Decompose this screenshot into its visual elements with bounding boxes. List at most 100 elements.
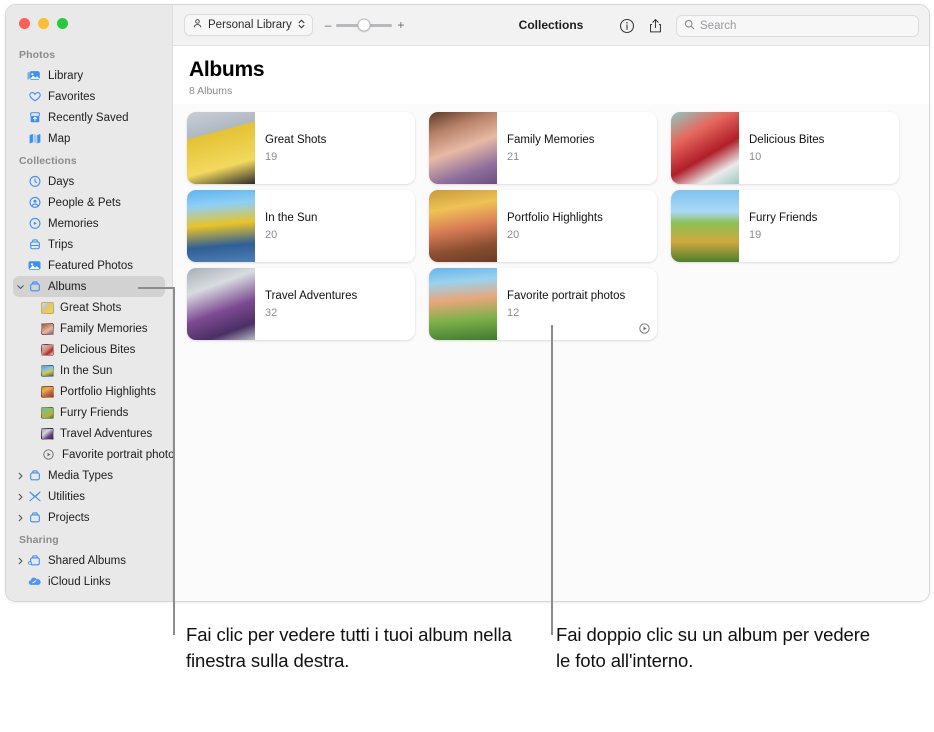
sidebar-item-people-pets[interactable]: People & Pets <box>13 192 165 213</box>
featured-photos-icon <box>27 259 42 273</box>
sidebar-section-header: Photos <box>19 49 56 61</box>
sidebar-item-label: Projects <box>48 511 90 524</box>
chevron-right-icon[interactable] <box>16 492 25 501</box>
sidebar-item-trips[interactable]: Trips <box>13 234 165 255</box>
album-name: Family Memories <box>507 134 595 147</box>
minimize-window-button[interactable] <box>38 18 49 29</box>
album-thumb-portfolio <box>41 385 54 398</box>
sidebar-item-featured-photos[interactable]: Featured Photos <box>13 255 165 276</box>
library-icon <box>27 69 42 83</box>
album-cover-thumbnail <box>187 268 255 340</box>
sidebar-item-recently-saved[interactable]: Recently Saved <box>13 107 165 128</box>
chevron-updown-icon <box>297 18 306 33</box>
album-card[interactable]: Great Shots 19 <box>187 112 415 184</box>
sidebar-list[interactable]: Photos Library Favorites Recently Saved Map C… <box>6 43 180 601</box>
album-card[interactable]: Portfolio Highlights 20 <box>429 190 657 262</box>
sidebar-item-days[interactable]: Days <box>13 171 165 192</box>
sidebar-item-family-memories[interactable]: Family Memories <box>13 318 165 339</box>
callout-leader-1-horizontal <box>138 287 174 289</box>
sidebar-item-label: Family Memories <box>60 322 148 335</box>
chevron-right-icon[interactable] <box>16 556 25 565</box>
album-card[interactable]: Travel Adventures 32 <box>187 268 415 340</box>
album-meta: Portfolio Highlights 20 <box>497 190 611 262</box>
memories-icon <box>27 217 42 231</box>
person-circle-icon <box>27 196 42 210</box>
zoom-out-label[interactable]: – <box>325 18 332 32</box>
album-meta: Favorite portrait photos 12 <box>497 268 633 340</box>
zoom-slider-control[interactable]: – + <box>325 18 405 32</box>
album-thumb-in-the-sun <box>41 364 54 377</box>
album-photo-count: 21 <box>507 150 520 163</box>
sidebar-item-label: Featured Photos <box>48 259 134 272</box>
search-icon <box>684 17 695 35</box>
sidebar-item-label: Library <box>48 69 84 82</box>
zoom-slider-knob[interactable] <box>357 18 371 32</box>
sidebar-item-label: Albums <box>48 280 87 293</box>
library-popup-label: Personal Library <box>208 19 292 31</box>
album-cover-thumbnail <box>187 190 255 262</box>
chevron-right-icon[interactable] <box>16 513 25 522</box>
album-thumb-delicious-bites <box>41 343 54 356</box>
zoom-in-label[interactable]: + <box>397 18 404 32</box>
sidebar-item-label: Trips <box>48 238 74 251</box>
share-icon[interactable] <box>647 17 664 34</box>
album-meta: In the Sun 20 <box>255 190 325 262</box>
album-photo-count: 32 <box>265 306 278 319</box>
album-photo-count: 10 <box>749 150 762 163</box>
sidebar-item-favorites[interactable]: Favorites <box>13 86 165 107</box>
sidebar-item-furry-friends[interactable]: Furry Friends <box>13 402 165 423</box>
info-circle-icon[interactable] <box>618 17 635 34</box>
photos-window: Photos Library Favorites Recently Saved Map C… <box>5 4 930 602</box>
sidebar-item-travel-adventures[interactable]: Travel Adventures <box>13 423 165 444</box>
sidebar-item-label: iCloud Links <box>48 575 111 588</box>
sidebar-item-great-shots[interactable]: Great Shots <box>13 297 165 318</box>
sidebar-item-delicious-bites[interactable]: Delicious Bites <box>13 339 165 360</box>
album-name: Delicious Bites <box>749 134 825 147</box>
zoom-window-button[interactable] <box>57 18 68 29</box>
projects-icon <box>27 511 42 525</box>
sidebar-item-map[interactable]: Map <box>13 128 165 149</box>
window-traffic-lights <box>19 18 68 29</box>
album-card[interactable]: Furry Friends 19 <box>671 190 899 262</box>
album-card[interactable]: Delicious Bites 10 <box>671 112 899 184</box>
zoom-slider-track[interactable] <box>336 18 393 32</box>
sidebar-item-label: Memories <box>48 217 99 230</box>
album-photo-count: 20 <box>507 228 520 241</box>
sidebar-item-memories[interactable]: Memories <box>13 213 165 234</box>
sidebar-item-label: In the Sun <box>60 364 113 377</box>
album-cover-thumbnail <box>671 112 739 184</box>
album-name: Travel Adventures <box>265 290 358 303</box>
album-card[interactable]: Favorite portrait photos 12 <box>429 268 657 340</box>
sidebar-item-label: People & Pets <box>48 196 121 209</box>
album-meta: Great Shots 19 <box>255 112 334 184</box>
library-popup-button[interactable]: Personal Library <box>184 14 313 36</box>
sidebar-item-portfolio-highlights[interactable]: Portfolio Highlights <box>13 381 165 402</box>
sidebar-item-in-the-sun[interactable]: In the Sun <box>13 360 165 381</box>
callout-leader-2-vertical <box>551 325 553 635</box>
sidebar-item-label: Furry Friends <box>60 406 129 419</box>
sidebar-item-shared-albums[interactable]: Shared Albums <box>13 550 165 571</box>
toolbar-right-group: Search <box>618 5 919 46</box>
sidebar-item-projects[interactable]: Projects <box>13 507 165 528</box>
album-card[interactable]: In the Sun 20 <box>187 190 415 262</box>
sidebar-item-icloud-links[interactable]: iCloud Links <box>13 571 165 592</box>
callout-text-2: Fai doppio clic su un album per vedere l… <box>556 624 870 672</box>
search-field[interactable]: Search <box>676 14 919 37</box>
screenshot-root: Photos Library Favorites Recently Saved Map C… <box>0 0 934 732</box>
toolbar: Personal Library – + Collections Search <box>173 5 929 46</box>
album-card[interactable]: Family Memories 21 <box>429 112 657 184</box>
albums-icon <box>27 280 42 294</box>
album-photo-count: 19 <box>265 150 278 163</box>
album-thumb-family-memories <box>41 322 54 335</box>
close-window-button[interactable] <box>19 18 30 29</box>
sidebar-item-utilities[interactable]: Utilities <box>13 486 165 507</box>
media-types-icon <box>27 469 42 483</box>
album-cover-thumbnail <box>429 268 497 340</box>
sidebar: Photos Library Favorites Recently Saved Map C… <box>6 5 180 601</box>
sidebar-item-library[interactable]: Library <box>13 65 165 86</box>
sidebar-item-media-types[interactable]: Media Types <box>13 465 165 486</box>
album-photo-count: 12 <box>507 306 520 319</box>
chevron-down-icon[interactable] <box>16 282 25 291</box>
sidebar-item-favorite-portrait-photos[interactable]: Favorite portrait photos <box>13 444 180 465</box>
chevron-right-icon[interactable] <box>16 471 25 480</box>
